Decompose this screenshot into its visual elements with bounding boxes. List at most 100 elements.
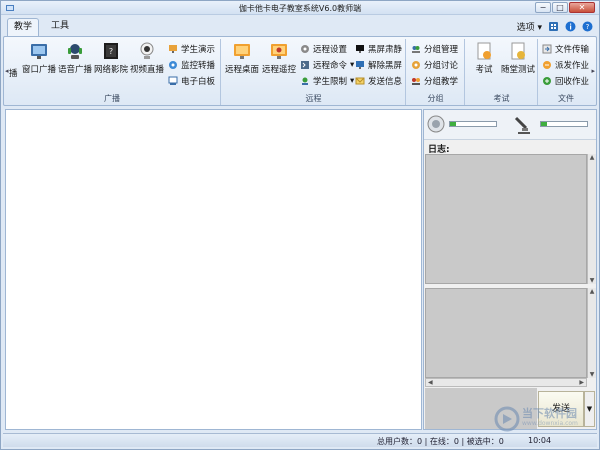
exam-button[interactable]: 考试 [474, 41, 494, 75]
audio-controls [424, 110, 596, 140]
gear-icon [301, 44, 309, 53]
group-teaching-button[interactable]: 分组教学 [411, 74, 458, 87]
tab-teaching[interactable]: 教学 [7, 18, 40, 36]
network-cinema-button[interactable]: ? 网络影院 [94, 41, 128, 75]
speaker-volume-slider[interactable] [449, 121, 497, 127]
log-scrollbar[interactable]: ▲ ▼ [587, 154, 596, 284]
file-transfer-button[interactable]: 文件传输 [542, 42, 589, 55]
watermark-url: www.downxia.com [522, 420, 578, 427]
grid-icon[interactable] [548, 21, 559, 32]
info-icon[interactable] [565, 21, 576, 32]
monitor-icon [356, 60, 364, 69]
student-restrict-label: 学生限制 [313, 76, 348, 87]
remote-desktop-label: 远程桌面 [225, 65, 260, 75]
group-discuss-label: 分组讨论 [424, 60, 459, 71]
message-input-area[interactable] [425, 288, 587, 378]
student-restrict-button[interactable]: 学生限制 ▾ [300, 74, 354, 87]
help-icon[interactable]: ? [582, 21, 593, 32]
scroll-up-icon[interactable]: ▲ [588, 154, 596, 161]
file-transfer-label: 文件传输 [555, 44, 590, 55]
scroll-down-icon[interactable]: ▼ [588, 371, 596, 378]
video-live-button[interactable]: 视频直播 [130, 41, 164, 75]
chevron-down-icon: ▾ [350, 75, 355, 86]
ribbon-tabs: 教学 工具 选项 ▾ ? [1, 16, 599, 36]
group-label-file: 文件 [558, 94, 574, 103]
black-screen-label: 黑屏肃静 [368, 44, 403, 55]
student-demo-icon [169, 44, 177, 53]
quiz-label: 随堂测试 [501, 65, 536, 75]
group-discuss-icon [412, 60, 420, 69]
whiteboard-button[interactable]: 电子白板 [168, 74, 215, 87]
video-live-label: 视频直播 [130, 65, 165, 75]
send-message-button[interactable]: 发送信息 [355, 74, 402, 87]
student-view-area[interactable] [5, 109, 422, 430]
microphone-icon[interactable] [512, 114, 532, 136]
distribute-homework-icon [543, 60, 551, 69]
voice-broadcast-icon [68, 44, 82, 59]
distribute-homework-label: 派发作业 [555, 60, 590, 71]
remote-desktop-button[interactable]: 远程桌面 [225, 41, 259, 75]
message-scrollbar[interactable]: ▲ ▼ [587, 288, 596, 378]
send-message-label: 发送信息 [368, 76, 403, 87]
close-button[interactable]: ✕ [569, 2, 595, 13]
voice-broadcast-button[interactable]: 语音广播 [58, 41, 92, 75]
whiteboard-label: 电子白板 [181, 76, 216, 87]
ribbon: ◂ ▸ 播 窗口广播 语音广播 ? 网络影院 视频直播 学生演示 监控转播 电子… [3, 36, 597, 106]
tab-tools[interactable]: 工具 [45, 18, 75, 36]
message-hscrollbar[interactable]: ◀ ▶ [425, 378, 587, 387]
window-broadcast-button[interactable]: 窗口广播 [22, 41, 56, 75]
collect-homework-icon [543, 76, 551, 85]
collect-homework-label: 回收作业 [555, 76, 590, 87]
group-manage-icon [412, 45, 420, 53]
group-label-exam: 考试 [493, 94, 510, 103]
remote-control-label: 远程遥控 [262, 65, 297, 75]
mic-volume-slider[interactable] [540, 121, 588, 127]
student-demo-button[interactable]: 学生演示 [168, 42, 215, 55]
collect-homework-button[interactable]: 回收作业 [542, 74, 589, 87]
remote-control-button[interactable]: 远程遥控 [262, 41, 296, 75]
group-file: 文件传输 派发作业 回收作业 文件 [539, 39, 593, 105]
black-screen-button[interactable]: 黑屏肃静 [355, 42, 402, 55]
distribute-homework-button[interactable]: 派发作业 [542, 58, 589, 71]
log-area[interactable] [425, 154, 587, 284]
scroll-down-icon[interactable]: ▼ [588, 277, 596, 284]
remote-settings-button[interactable]: 远程设置 [300, 42, 347, 55]
scroll-up-icon[interactable]: ▲ [588, 288, 596, 295]
maximize-button[interactable]: □ [552, 2, 568, 13]
group-manage-button[interactable]: 分组管理 [411, 42, 458, 55]
remote-command-button[interactable]: 远程命令 ▾ [300, 58, 354, 71]
quiz-button[interactable]: 随堂测试 [501, 41, 535, 75]
monitor-relay-icon [169, 60, 177, 69]
broadcast-cut-label[interactable]: 播 [9, 67, 18, 79]
student-demo-label: 学生演示 [181, 44, 216, 55]
file-transfer-icon [542, 44, 552, 53]
minimize-button[interactable]: − [535, 2, 551, 13]
svg-text:?: ? [586, 23, 590, 31]
monitor-relay-button[interactable]: 监控转播 [168, 58, 215, 71]
title-bar[interactable]: 伽卡他卡电子教室系统V6.0教师端 − □ ✕ [1, 1, 599, 15]
svg-text:?: ? [109, 47, 113, 56]
group-exam: 考试 随堂测试 考试 [466, 39, 538, 105]
group-label-remote: 远程 [305, 94, 322, 103]
group-teaching-label: 分组教学 [424, 76, 459, 87]
network-cinema-icon: ? [104, 43, 118, 59]
whiteboard-icon [168, 76, 178, 85]
speaker-icon[interactable] [427, 115, 445, 133]
right-pane: 日志: ▲ ▼ ▲ ▼ ◀ ▶ 发送 ▼ [423, 109, 597, 430]
status-time: 10:04 [528, 436, 552, 445]
scroll-right-icon[interactable]: ▶ [579, 379, 584, 386]
remote-desktop-icon [234, 44, 250, 59]
options-menu[interactable]: 选项 ▾ [517, 20, 542, 33]
app-window: 伽卡他卡电子教室系统V6.0教师端 − □ ✕ 教学 工具 选项 ▾ ? ◂ ▸… [0, 0, 600, 450]
scroll-left-icon[interactable]: ◀ [428, 379, 433, 386]
window-broadcast-icon [31, 44, 47, 59]
watermark: 当下软件园 www.downxia.com [494, 405, 594, 435]
chevron-down-icon: ▾ [350, 59, 355, 70]
black-screen-icon [356, 44, 364, 53]
release-black-screen-button[interactable]: 解除黑屏 [355, 58, 402, 71]
remote-command-label: 远程命令 [313, 60, 348, 71]
quiz-icon [511, 42, 525, 60]
group-discuss-button[interactable]: 分组讨论 [411, 58, 458, 71]
release-black-screen-label: 解除黑屏 [368, 60, 403, 71]
group-remote: 远程桌面 远程遥控 远程设置 远程命令 ▾ 学生限制 ▾ 黑屏肃静 解除黑屏 发… [222, 39, 406, 105]
